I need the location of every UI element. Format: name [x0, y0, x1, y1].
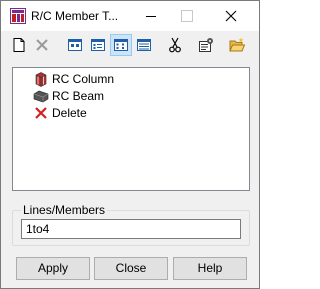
view-list-button[interactable] — [110, 34, 132, 56]
minimize-button[interactable] — [133, 1, 169, 31]
dialog-window: R/C Member T... RC Column RC Beam Delete… — [0, 0, 260, 289]
view-list-icon — [114, 39, 128, 51]
new-button[interactable] — [8, 34, 30, 56]
delete-red-x-icon — [35, 107, 47, 119]
toolbar — [1, 31, 259, 61]
member-type-tree[interactable]: RC Column RC Beam Delete — [12, 67, 250, 191]
tree-item-label: RC Column — [52, 72, 115, 86]
new-icon — [13, 38, 25, 52]
maximize-button[interactable] — [169, 1, 205, 31]
help-button-label: Help — [197, 261, 223, 275]
tree-item-label: RC Beam — [52, 89, 105, 103]
tree-item-rc-beam[interactable]: RC Beam — [33, 88, 104, 104]
close-button[interactable]: Close — [94, 257, 168, 280]
tree-item-delete[interactable]: Delete — [33, 105, 87, 121]
tree-item-rc-column[interactable]: RC Column — [33, 71, 114, 87]
delete-x-icon — [36, 39, 48, 51]
title-bar[interactable]: R/C Member T... — [1, 1, 259, 31]
tree-item-label: Delete — [52, 106, 87, 120]
view-large-icons-button[interactable] — [64, 34, 86, 56]
cut-button[interactable] — [164, 34, 186, 56]
close-button-label: Close — [115, 261, 147, 275]
view-details-button[interactable] — [133, 34, 155, 56]
properties-button[interactable] — [195, 34, 217, 56]
view-small-icons-button[interactable] — [87, 34, 109, 56]
delete-toolbar-button[interactable] — [31, 34, 53, 56]
rc-beam-icon — [33, 90, 49, 103]
view-large-icons-icon — [68, 39, 82, 51]
close-icon — [225, 10, 237, 22]
apply-button[interactable]: Apply — [16, 257, 90, 280]
rc-column-icon — [35, 72, 47, 87]
view-details-icon — [137, 39, 151, 51]
properties-icon — [199, 38, 213, 52]
open-folder-button[interactable] — [226, 34, 248, 56]
open-folder-icon — [229, 37, 245, 52]
lines-members-label: Lines/Members — [21, 203, 108, 217]
rc-member-app-icon — [10, 8, 26, 24]
cut-icon — [169, 37, 181, 53]
view-small-icons-icon — [91, 39, 105, 51]
window-title: R/C Member T... — [31, 9, 119, 23]
lines-members-input[interactable] — [21, 219, 241, 239]
help-button[interactable]: Help — [173, 257, 247, 280]
apply-button-label: Apply — [37, 261, 69, 275]
close-window-button[interactable] — [213, 1, 249, 31]
